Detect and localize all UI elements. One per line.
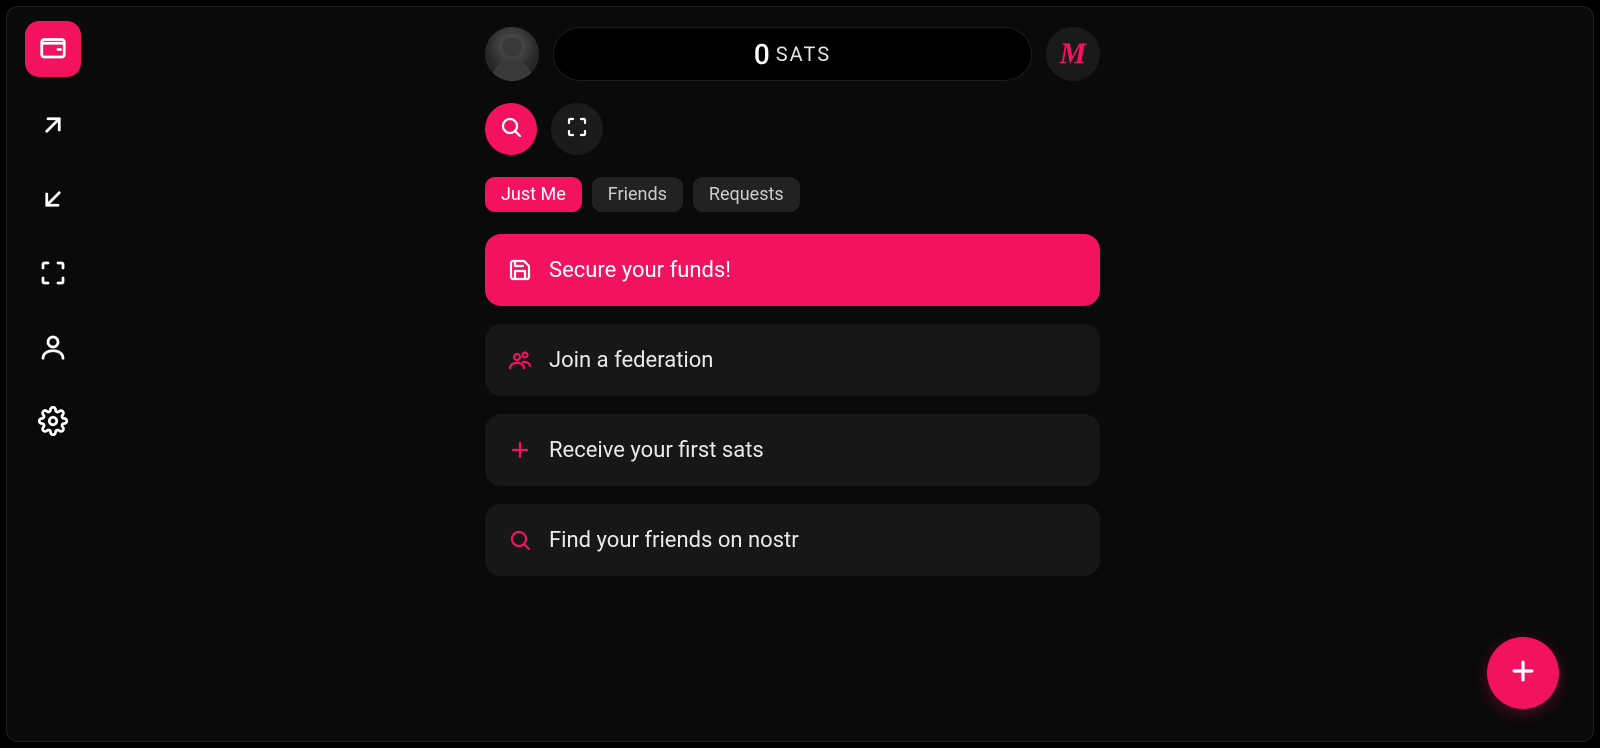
arrow-up-right-icon [38, 110, 68, 144]
sidebar-item-settings[interactable] [25, 399, 81, 447]
scan-button[interactable] [551, 103, 603, 155]
card-receive-sats[interactable]: Receive your first sats [485, 414, 1100, 486]
people-icon [507, 347, 533, 373]
card-label: Find your friends on nostr [549, 528, 799, 553]
arrow-down-left-icon [38, 184, 68, 218]
balance-amount: 0 [754, 38, 770, 71]
mint-badge[interactable]: M [1046, 27, 1100, 81]
card-join-federation[interactable]: Join a federation [485, 324, 1100, 396]
card-label: Join a federation [549, 348, 713, 373]
tab-label: Friends [608, 184, 667, 205]
fab-add[interactable] [1487, 637, 1559, 709]
main-column: 0 SATS M Just Me Friends Requests [485, 27, 1100, 576]
action-row [485, 103, 1100, 155]
sidebar-item-wallet[interactable] [25, 21, 81, 77]
scan-icon [565, 115, 589, 143]
gear-icon [38, 406, 68, 440]
card-find-friends[interactable]: Find your friends on nostr [485, 504, 1100, 576]
search-icon [499, 115, 523, 143]
search-button[interactable] [485, 103, 537, 155]
plus-icon [507, 437, 533, 463]
balance-unit: SATS [776, 42, 831, 66]
card-label: Secure your funds! [549, 258, 731, 283]
sidebar-item-receive[interactable] [25, 177, 81, 225]
sidebar-item-profile[interactable] [25, 325, 81, 373]
sidebar-item-send[interactable] [25, 103, 81, 151]
tab-friends[interactable]: Friends [592, 177, 683, 212]
save-icon [507, 257, 533, 283]
balance-pill[interactable]: 0 SATS [553, 27, 1032, 81]
tab-just-me[interactable]: Just Me [485, 177, 582, 212]
card-label: Receive your first sats [549, 438, 764, 463]
avatar[interactable] [485, 27, 539, 81]
plus-icon [1508, 656, 1538, 690]
app-frame: 0 SATS M Just Me Friends Requests [6, 6, 1594, 742]
sidebar [17, 21, 89, 447]
search-icon [507, 527, 533, 553]
tabs: Just Me Friends Requests [485, 177, 1100, 212]
onboarding-cards: Secure your funds! Join a federation Rec… [485, 234, 1100, 576]
tab-label: Just Me [501, 184, 566, 205]
sidebar-item-scan[interactable] [25, 251, 81, 299]
wallet-icon [38, 32, 68, 66]
top-bar: 0 SATS M [485, 27, 1100, 81]
scan-icon [38, 258, 68, 292]
mint-initial: M [1060, 37, 1087, 71]
card-secure-funds[interactable]: Secure your funds! [485, 234, 1100, 306]
tab-requests[interactable]: Requests [693, 177, 800, 212]
user-icon [38, 332, 68, 366]
tab-label: Requests [709, 184, 784, 205]
